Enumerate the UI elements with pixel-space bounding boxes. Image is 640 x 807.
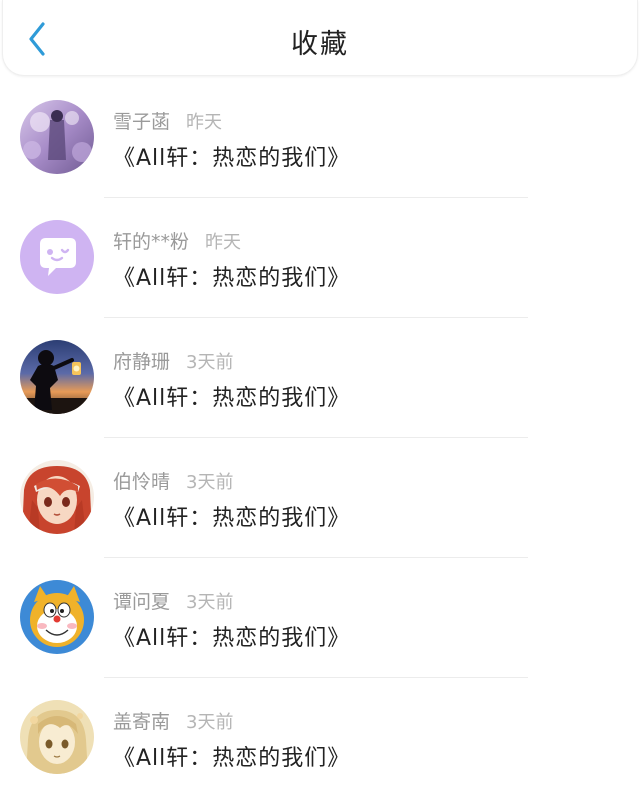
user-name[interactable]: 伯怜晴 <box>113 471 170 493</box>
avatar <box>20 340 94 414</box>
timestamp: 3天前 <box>186 592 234 613</box>
timestamp: 3天前 <box>186 472 234 493</box>
work-title[interactable]: 《All轩：热恋的我们》 <box>113 620 350 652</box>
red-hair-anime-girl-avatar-icon <box>20 460 94 534</box>
item-meta: 盖寄南 3天前 <box>113 707 233 734</box>
user-name[interactable]: 谭问夏 <box>113 591 170 613</box>
avatar <box>20 700 94 774</box>
purple-fantasy-avatar-icon <box>20 100 94 174</box>
user-name[interactable]: 府静珊 <box>113 351 170 373</box>
page-title: 收藏 <box>291 29 349 60</box>
avatar <box>20 580 94 654</box>
user-name[interactable]: 盖寄南 <box>113 711 170 733</box>
list-item[interactable]: 谭问夏 3天前 《All轩：热恋的我们》 <box>0 558 640 678</box>
item-meta: 轩的**粉 昨天 <box>113 227 241 254</box>
timestamp: 昨天 <box>186 112 223 133</box>
top-bar: 收藏 <box>2 0 638 76</box>
item-meta: 伯怜晴 3天前 <box>113 467 233 494</box>
favorites-list: 雪子菡 昨天 《All轩：热恋的我们》 轩的**粉 昨天 《All轩：热恋的我们》 <box>0 78 640 798</box>
work-title[interactable]: 《All轩：热恋的我们》 <box>113 380 350 412</box>
timestamp: 3天前 <box>186 712 234 733</box>
item-meta: 谭问夏 3天前 <box>113 587 233 614</box>
work-title[interactable]: 《All轩：热恋的我们》 <box>113 740 350 772</box>
avatar <box>20 220 94 294</box>
sunset-silhouette-lantern-avatar-icon <box>20 340 94 414</box>
sketch-anime-girl-avatar-icon <box>20 700 94 774</box>
timestamp: 昨天 <box>205 232 242 253</box>
work-title[interactable]: 《All轩：热恋的我们》 <box>113 140 350 172</box>
user-name[interactable]: 雪子菡 <box>113 111 170 133</box>
item-meta: 雪子菡 昨天 <box>113 107 222 134</box>
user-name[interactable]: 轩的**粉 <box>113 231 189 253</box>
list-item[interactable]: 雪子菡 昨天 《All轩：热恋的我们》 <box>0 78 640 198</box>
avatar <box>20 460 94 534</box>
list-item[interactable]: 伯怜晴 3天前 《All轩：热恋的我们》 <box>0 438 640 558</box>
avatar <box>20 100 94 174</box>
timestamp: 3天前 <box>186 352 234 373</box>
list-item[interactable]: 轩的**粉 昨天 《All轩：热恋的我们》 <box>0 198 640 318</box>
list-item[interactable]: 盖寄南 3天前 《All轩：热恋的我们》 <box>0 678 640 798</box>
chat-bubble-icon <box>20 220 94 294</box>
doraemon-avatar-icon <box>20 580 94 654</box>
work-title[interactable]: 《All轩：热恋的我们》 <box>113 500 350 532</box>
item-meta: 府静珊 3天前 <box>113 347 233 374</box>
work-title[interactable]: 《All轩：热恋的我们》 <box>113 260 350 292</box>
list-item[interactable]: 府静珊 3天前 《All轩：热恋的我们》 <box>0 318 640 438</box>
